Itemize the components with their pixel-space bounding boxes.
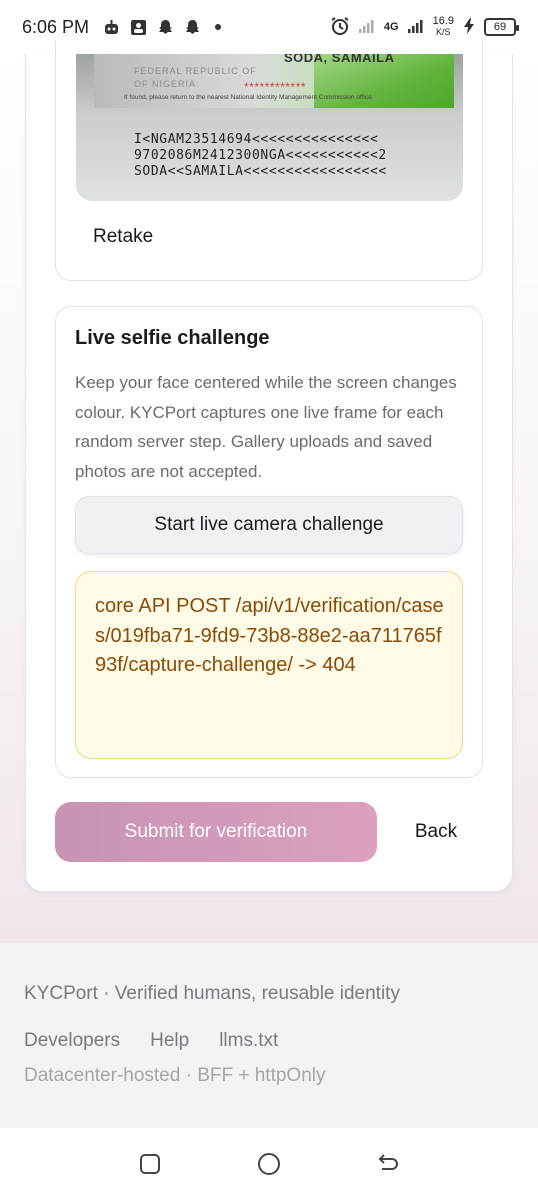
footer-link-llms[interactable]: llms.txt [219, 1030, 278, 1052]
net-speed: 16.9 K/S [433, 16, 454, 38]
robot-icon [103, 19, 120, 36]
id-card-header-line: OF NIGERIA [134, 79, 197, 89]
net-speed-value: 16.9 [432, 15, 454, 27]
footer: KYCPort · Verified humans, reusable iden… [0, 942, 538, 1128]
battery-icon: 69 [484, 18, 519, 36]
id-card-name: SODA, SAMAILA [284, 54, 395, 65]
network-type: 4G [383, 21, 399, 33]
status-time: 6:06 PM [22, 16, 90, 37]
signal-icon [407, 18, 425, 37]
snapchat-icon [184, 19, 201, 36]
mrz-line: 9702086M2412300NGA<<<<<<<<<<<2 [134, 148, 387, 163]
id-card-header-line: FEDERAL REPUBLIC OF [134, 66, 257, 76]
footer-links: Developers Help llms.txt [24, 1030, 278, 1052]
mrz-line: SODA<<SAMAILA<<<<<<<<<<<<<<<<< [134, 164, 387, 179]
recents-icon[interactable] [130, 1144, 170, 1184]
id-card-note: If found, please return to the nearest N… [124, 94, 374, 101]
id-card-header: SODA, SAMAILA FEDERAL REPUBLIC OF OF NIG… [94, 54, 454, 108]
footer-tagline: KYCPort · Verified humans, reusable iden… [24, 983, 400, 1004]
back-button[interactable]: Back [396, 802, 476, 862]
home-icon[interactable] [249, 1144, 289, 1184]
alarm-icon [330, 16, 350, 39]
error-message: core API POST /api/v1/verification/cases… [75, 571, 463, 759]
id-document-photo: SODA, SAMAILA FEDERAL REPUBLIC OF OF NIG… [76, 54, 463, 201]
snapchat-icon [157, 19, 174, 36]
charging-icon [462, 17, 476, 38]
selfie-challenge-title: Live selfie challenge [75, 327, 270, 349]
retake-button[interactable]: Retake [93, 226, 153, 248]
footer-hosting-info: Datacenter-hosted · BFF + httpOnly [24, 1065, 326, 1086]
back-icon[interactable] [368, 1144, 408, 1184]
contacts-icon [130, 19, 147, 36]
dot-icon [215, 24, 222, 30]
selfie-challenge-description: Keep your face centered while the screen… [75, 373, 457, 481]
mrz-line: I<NGAM23514694<<<<<<<<<<<<<<< [134, 132, 379, 147]
footer-link-help[interactable]: Help [150, 1030, 189, 1052]
system-nav-bar [0, 1128, 538, 1200]
id-card-mrz: I<NGAM23514694<<<<<<<<<<<<<<< 9702086M241… [134, 132, 387, 180]
start-live-camera-button[interactable]: Start live camera challenge [75, 496, 463, 554]
battery-level: 69 [493, 21, 507, 33]
submit-for-verification-button[interactable]: Submit for verification [55, 802, 377, 862]
footer-link-developers[interactable]: Developers [24, 1030, 120, 1052]
net-speed-unit: K/S [436, 27, 451, 37]
id-card-stars: ************ [244, 80, 307, 94]
signal-icon [358, 18, 376, 37]
